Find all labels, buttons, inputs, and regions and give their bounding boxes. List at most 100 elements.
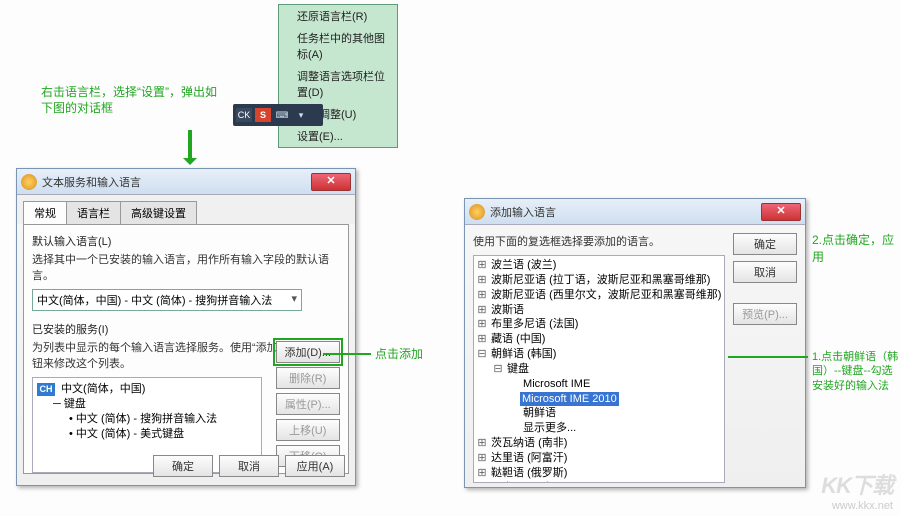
ch-badge-icon: CH: [37, 383, 55, 396]
tree-node[interactable]: Microsoft IME: [476, 377, 722, 392]
ok-button[interactable]: 确定: [153, 455, 213, 477]
close-button[interactable]: ✕: [761, 203, 801, 221]
annotation-step0: 右击语言栏，选择“设置”，弹出如下图的对话框: [41, 85, 221, 116]
cancel-button[interactable]: 取消: [733, 261, 797, 283]
ime-sogou[interactable]: • 中文 (简体) - 搜狗拼音输入法: [37, 412, 257, 427]
apply-button[interactable]: 应用(A): [285, 455, 345, 477]
close-button[interactable]: ✕: [311, 173, 351, 191]
annotation-ok: 2.点击确定，应用: [812, 231, 901, 265]
properties-button[interactable]: 属性(P)...: [276, 393, 340, 415]
tree-node-label[interactable]: Microsoft IME: [520, 378, 590, 390]
default-lang-combo[interactable]: 中文(简体，中国) - 中文 (简体) - 搜狗拼音输入法: [32, 289, 302, 311]
tree-node[interactable]: ⊞ 鞑靼语 (俄罗斯): [476, 466, 722, 481]
plus-icon[interactable]: ⊞: [476, 332, 488, 347]
menu-item-adjust-position[interactable]: 调整语言选项栏位置(D): [279, 65, 397, 103]
tree-node-label[interactable]: 波斯尼亚语 (西里尔文，波斯尼亚和黑塞哥维那): [488, 289, 721, 301]
tab-langbar[interactable]: 语言栏: [66, 201, 121, 224]
lang-root[interactable]: CH 中文(简体，中国): [37, 382, 257, 397]
tree-node[interactable]: ⊟ 键盘: [476, 362, 722, 377]
dialog-title: 文本服务和输入语言: [42, 174, 311, 190]
tree-node-label[interactable]: 丹麦语 (丹麦): [488, 482, 556, 483]
tree-node-label[interactable]: 显示更多...: [520, 422, 576, 434]
menu-item-other-icons[interactable]: 任务栏中的其他图标(A): [279, 27, 397, 65]
moveup-button[interactable]: 上移(U): [276, 419, 340, 441]
preview-button[interactable]: 预览(P)...: [733, 303, 797, 325]
tree-node-label[interactable]: 藏语 (中国): [488, 333, 545, 345]
ime-us[interactable]: • 中文 (简体) - 美式键盘: [37, 427, 257, 442]
ok-button[interactable]: 确定: [733, 233, 797, 255]
annotation-korean: 1.点击朝鲜语（韩国）--键盘--勾选安装好的输入法: [812, 350, 900, 393]
lang-chip-sogou[interactable]: S: [255, 108, 271, 122]
tree-node-label[interactable]: 波兰语 (波兰): [488, 259, 556, 271]
default-lang-label: 默认输入语言(L): [32, 233, 340, 249]
plus-icon[interactable]: ⊞: [476, 288, 488, 303]
annotation-add: 点击添加: [375, 345, 423, 362]
plus-icon[interactable]: ⊞: [476, 436, 488, 451]
tabs: 常规 语言栏 高级键设置: [17, 195, 355, 224]
tree-node-label[interactable]: 布里多尼语 (法国): [488, 318, 578, 330]
tree-node-label[interactable]: 键盘: [504, 363, 529, 375]
tree-node[interactable]: ⊞ 波斯语: [476, 303, 722, 318]
text-services-dialog: 文本服务和输入语言 ✕ 常规 语言栏 高级键设置 默认输入语言(L) 选择其中一…: [16, 168, 356, 486]
tree-node[interactable]: 朝鲜语: [476, 406, 722, 421]
plus-icon[interactable]: ⊞: [476, 258, 488, 273]
plus-icon[interactable]: ⊞: [476, 317, 488, 332]
kb-node[interactable]: ─ 键盘: [37, 397, 257, 412]
default-lang-hint: 选择其中一个已安装的输入语言，用作所有输入字段的默认语言。: [32, 251, 340, 283]
tree-node-label[interactable]: 茨瓦纳语 (南非): [488, 437, 567, 449]
dialog-title: 添加输入语言: [490, 204, 761, 220]
language-bar-context-menu[interactable]: 还原语言栏(R) 任务栏中的其他图标(A) 调整语言选项栏位置(D) 自动调整(…: [278, 4, 398, 148]
tab-body: 默认输入语言(L) 选择其中一个已安装的输入语言，用作所有输入字段的默认语言。 …: [23, 224, 349, 474]
watermark: KK下载 www.kkx.net: [821, 468, 893, 512]
tree-node[interactable]: Microsoft IME 2010: [476, 392, 722, 407]
installed-label: 已安装的服务(I): [32, 321, 340, 337]
tree-node[interactable]: ⊞ 布里多尼语 (法国): [476, 317, 722, 332]
tree-node-label[interactable]: 达里语 (阿富汗): [488, 452, 567, 464]
watermark-logo: KK下载: [821, 468, 893, 500]
dialog-footer: 确定 取消 应用(A): [153, 455, 345, 477]
tree-node[interactable]: ⊞ 茨瓦纳语 (南非): [476, 436, 722, 451]
menu-item-settings[interactable]: 设置(E)...: [279, 125, 397, 147]
plus-icon[interactable]: ⊞: [476, 303, 488, 318]
cancel-button[interactable]: 取消: [219, 455, 279, 477]
tree-node-label[interactable]: 朝鲜语: [520, 407, 556, 419]
tree-node[interactable]: ⊞ 藏语 (中国): [476, 332, 722, 347]
delete-button[interactable]: 删除(R): [276, 367, 340, 389]
tab-advanced[interactable]: 高级键设置: [120, 201, 197, 224]
add-input-language-dialog: 添加输入语言 ✕ 使用下面的复选框选择要添加的语言。 ⊞ 波兰语 (波兰)⊞ 波…: [464, 198, 806, 488]
tree-node-label[interactable]: 波斯尼亚语 (拉丁语，波斯尼亚和黑塞哥维那): [488, 274, 710, 286]
plus-icon[interactable]: ⊞: [476, 273, 488, 288]
tree-node-label[interactable]: Microsoft IME 2010: [520, 392, 619, 407]
add-button[interactable]: 添加(D)...: [276, 341, 340, 363]
tree-node[interactable]: ⊞ 波斯尼亚语 (西里尔文，波斯尼亚和黑塞哥维那): [476, 288, 722, 303]
minus-icon[interactable]: ⊟: [492, 362, 504, 377]
tree-node[interactable]: ⊟ 朝鲜语 (韩国): [476, 347, 722, 362]
arrow-down-icon: [188, 130, 192, 160]
plus-icon[interactable]: ⊞: [476, 466, 488, 481]
language-bar[interactable]: CK S ⌨ ▾: [233, 104, 323, 126]
tree-node-label[interactable]: 鞑靼语 (俄罗斯): [488, 467, 567, 479]
watermark-url: www.kkx.net: [821, 500, 893, 512]
tree-node-label[interactable]: 朝鲜语 (韩国): [488, 348, 556, 360]
tab-general[interactable]: 常规: [23, 201, 67, 224]
tree-node[interactable]: ⊞ 达里语 (阿富汗): [476, 451, 722, 466]
lang-chip-ck[interactable]: CK: [236, 108, 252, 122]
tree-node[interactable]: ⊞ 波斯尼亚语 (拉丁语，波斯尼亚和黑塞哥维那): [476, 273, 722, 288]
plus-icon[interactable]: ⊞: [476, 451, 488, 466]
tree-node[interactable]: 显示更多...: [476, 421, 722, 436]
side-button-column: 添加(D)... 删除(R) 属性(P)... 上移(U) 下移(O): [276, 341, 340, 467]
options-icon[interactable]: ▾: [293, 108, 309, 122]
minus-icon[interactable]: ⊟: [476, 347, 488, 362]
menu-item-restore[interactable]: 还原语言栏(R): [279, 5, 397, 27]
tree-node-label[interactable]: 波斯语: [488, 304, 524, 316]
globe-icon: [469, 204, 485, 220]
dlg2-hint: 使用下面的复选框选择要添加的语言。: [473, 233, 725, 249]
titlebar[interactable]: 文本服务和输入语言 ✕: [17, 169, 355, 195]
keyboard-icon[interactable]: ⌨: [274, 108, 290, 122]
language-tree[interactable]: ⊞ 波兰语 (波兰)⊞ 波斯尼亚语 (拉丁语，波斯尼亚和黑塞哥维那)⊞ 波斯尼亚…: [473, 255, 725, 483]
titlebar[interactable]: 添加输入语言 ✕: [465, 199, 805, 225]
tree-node[interactable]: ⊞ 波兰语 (波兰): [476, 258, 722, 273]
default-lang-value: 中文(简体，中国) - 中文 (简体) - 搜狗拼音输入法: [37, 292, 272, 308]
tree-node[interactable]: ⊞ 丹麦语 (丹麦): [476, 481, 722, 483]
plus-icon[interactable]: ⊞: [476, 481, 488, 483]
